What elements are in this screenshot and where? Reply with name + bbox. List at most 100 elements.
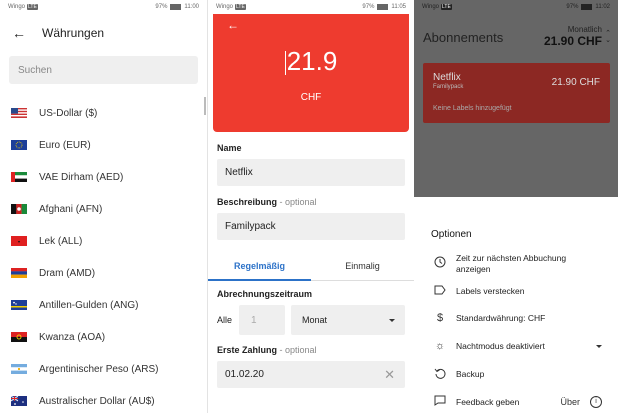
clock: 11:00: [184, 4, 199, 10]
option-label: Labels verstecken: [456, 286, 525, 297]
option-label: Backup: [456, 369, 485, 380]
option-backup[interactable]: Backup: [414, 367, 618, 382]
clock: 11:05: [391, 4, 406, 10]
name-label: Name: [217, 143, 242, 153]
option-next-charge[interactable]: Zeit zur nächsten Abbuchung anzeigen: [414, 253, 618, 274]
edit-subscription-screen: Wingo LTE 97% 11:05 ← 21.9 CHF Name Netfli…: [207, 0, 414, 413]
first-payment-label: Erste Zahlung - optional: [217, 345, 414, 355]
currency-label: Argentinischer Peso (ARS): [39, 363, 159, 375]
currency-item-amd[interactable]: Dram (AMD): [0, 257, 207, 289]
interval-input[interactable]: 1: [239, 305, 285, 335]
status-bar: Wingo LTE 97% 11:00: [0, 0, 207, 14]
description-label: Beschreibung - optional: [217, 197, 414, 207]
currency-item-afn[interactable]: Afghani (AFN): [0, 193, 207, 225]
billing-period-row: Alle 1 Monat: [217, 305, 405, 335]
scrollbar[interactable]: [204, 97, 206, 115]
description-label-text: Beschreibung: [217, 197, 278, 207]
period-unit-select[interactable]: Monat: [291, 305, 405, 335]
optional-hint: - optional: [277, 197, 317, 207]
clear-icon[interactable]: ✕: [384, 368, 395, 381]
dropdown-arrow-icon: [596, 344, 602, 348]
currency-label: Antillen-Gulden (ANG): [39, 299, 139, 311]
us-flag-icon: [11, 108, 27, 118]
battery-icon: [170, 4, 182, 10]
about-link[interactable]: Über i: [560, 396, 602, 408]
battery-icon: [581, 4, 593, 10]
sheet-title: Optionen: [431, 229, 472, 240]
monthly-label: Monatlich: [567, 25, 602, 34]
about-label: Über: [560, 397, 580, 407]
amount-input[interactable]: 21.9: [213, 46, 409, 77]
currency-item-all[interactable]: Lek (ALL): [0, 225, 207, 257]
search-input[interactable]: Suchen: [9, 56, 198, 84]
description-field[interactable]: Familypack: [217, 213, 405, 240]
cw-flag-icon: [11, 300, 27, 310]
currency-label: US-Dollar ($): [39, 107, 98, 119]
every-label: Alle: [217, 315, 233, 325]
network-type: LTE: [235, 4, 246, 10]
option-hide-labels[interactable]: Labels verstecken: [414, 285, 618, 298]
currency-item-aoa[interactable]: Kwanza (AOA): [0, 321, 207, 353]
currency-label: Euro (EUR): [39, 139, 91, 151]
am-flag-icon: [11, 268, 27, 278]
dimmed-background: Wingo LTE 97% 11:02 Abonnements Monatlich …: [414, 0, 618, 197]
currency-item-aud[interactable]: Australischer Dollar (AU$): [0, 385, 207, 413]
option-label: Zeit zur nächsten Abbuchung anzeigen: [456, 253, 567, 274]
currency-item-ars[interactable]: Argentinischer Peso (ARS): [0, 353, 207, 385]
option-label: Nachtmodus deaktiviert: [456, 340, 545, 351]
first-payment-label-text: Erste Zahlung: [217, 345, 278, 355]
sun-icon: ☼: [434, 340, 446, 352]
name-field[interactable]: Netflix: [217, 159, 405, 186]
currency-item-aed[interactable]: VAE Dirham (AED): [0, 161, 207, 193]
option-feedback[interactable]: Feedback geben Über i: [414, 395, 618, 409]
currency-item-eur[interactable]: Euro (EUR): [0, 129, 207, 161]
info-icon: i: [590, 396, 602, 408]
monthly-total-value: 21.90 CHF: [543, 34, 602, 48]
currency-item-usd[interactable]: US-Dollar ($): [0, 97, 207, 129]
eu-flag-icon: [11, 140, 27, 150]
option-label: Standardwährung: CHF: [456, 312, 546, 323]
label-icon: [429, 285, 451, 298]
first-payment-field[interactable]: 01.02.20 ✕: [217, 361, 405, 388]
back-arrow-icon[interactable]: ←: [227, 19, 239, 31]
billing-period-label: Abrechnungszeitraum: [217, 289, 313, 299]
carrier: Wingo: [8, 4, 26, 10]
options-bottom-sheet: Optionen Zeit zur nächsten Abbuchung anz…: [414, 213, 618, 413]
currency-label: VAE Dirham (AED): [39, 171, 124, 183]
card-labels: Keine Labels hinzugefügt: [433, 105, 512, 112]
battery-level: 97%: [566, 4, 579, 10]
carrier: Wingo: [216, 4, 234, 10]
ao-flag-icon: [11, 332, 27, 342]
battery-icon: [377, 4, 389, 10]
monthly-total[interactable]: Monatlich 21.90 CHF: [544, 25, 602, 48]
subscriptions-screen: Wingo LTE 97% 11:02 Abonnements Monatlich …: [414, 0, 618, 413]
period-unit-value: Monat: [302, 315, 328, 325]
clock: 11:02: [595, 4, 610, 10]
amount-header: ← 21.9 CHF: [213, 14, 409, 132]
page-title: Währungen: [42, 26, 105, 40]
currency-label: Australischer Dollar (AU$): [39, 395, 155, 407]
option-default-currency[interactable]: $ Standardwährung: CHF: [414, 312, 618, 324]
tab-regular[interactable]: Regelmäßig: [208, 252, 311, 281]
first-payment-value: 01.02.20: [225, 369, 264, 380]
back-arrow-icon[interactable]: ←: [12, 26, 26, 40]
currency-label: Afghani (AFN): [39, 203, 103, 215]
option-night-mode[interactable]: ☼ Nachtmodus deaktiviert: [414, 340, 618, 352]
subscription-card[interactable]: Netflix Familypack 21.90 CHF Keine Label…: [423, 63, 610, 123]
text-cursor: [284, 51, 286, 76]
currency-screen: Wingo LTE 97% 11:00 ← Währungen Suchen US-…: [0, 0, 207, 413]
card-description: Familypack: [433, 84, 464, 90]
af-flag-icon: [11, 204, 27, 214]
option-label: Feedback geben: [456, 396, 520, 407]
currency-item-ang[interactable]: Antillen-Gulden (ANG): [0, 289, 207, 321]
ae-flag-icon: [11, 172, 27, 182]
status-bar: Wingo LTE 97% 11:05: [208, 0, 414, 14]
night-mode-dropdown[interactable]: [596, 344, 602, 348]
currency-label: Kwanza (AOA): [39, 331, 106, 343]
currency-selector[interactable]: CHF: [213, 92, 409, 103]
battery-level: 97%: [155, 4, 168, 10]
chevron-up-down-icon[interactable]: ⌃ ⌄: [605, 30, 611, 44]
currency-label: Lek (ALL): [39, 235, 83, 247]
tab-once[interactable]: Einmalig: [311, 252, 414, 280]
restore-icon: [429, 367, 451, 382]
